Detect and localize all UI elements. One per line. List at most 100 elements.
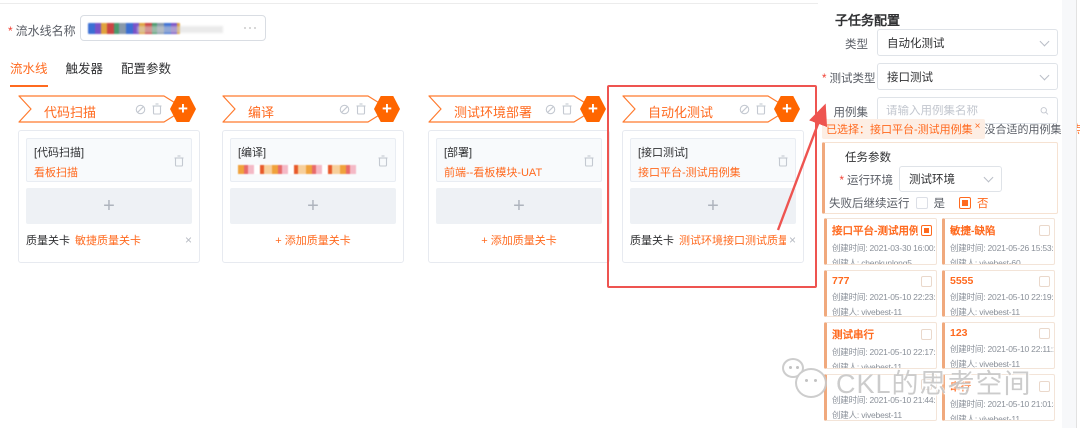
add-task-dropzone[interactable]: + bbox=[26, 188, 192, 224]
plus-icon: + bbox=[382, 99, 392, 118]
case-card-title: 测试串行 bbox=[832, 329, 874, 341]
delete-task-icon[interactable] bbox=[584, 155, 594, 167]
disable-stage-icon[interactable] bbox=[339, 104, 350, 115]
gate-label: 质量关卡 bbox=[26, 235, 70, 247]
add-quality-gate-link[interactable]: + 添加质量关卡 bbox=[481, 232, 556, 248]
case-card-checkbox[interactable] bbox=[1039, 225, 1050, 236]
delete-stage-icon[interactable] bbox=[152, 103, 162, 115]
test-type-field-row: * 测试类型 接口测试 bbox=[822, 63, 1058, 90]
search-icon[interactable] bbox=[1040, 105, 1049, 117]
remove-gate-icon[interactable]: × bbox=[789, 233, 796, 247]
task-card[interactable]: [接口测试] 接口平台-测试用例集 bbox=[630, 138, 796, 182]
remove-selected-icon[interactable]: × bbox=[975, 121, 981, 132]
stage-title: 编译 bbox=[248, 105, 275, 120]
case-card-creator: 创建人: vivebest-11 bbox=[950, 414, 1020, 421]
task-card[interactable]: [部署] 前端--看板模块-UAT bbox=[436, 138, 602, 182]
run-env-row: * 运行环境 测试环境 bbox=[825, 166, 1057, 192]
task-type-tag: [接口测试] bbox=[638, 147, 689, 159]
run-env-select[interactable]: 测试环境 bbox=[899, 166, 1002, 192]
plus-icon: + bbox=[103, 194, 115, 217]
case-set-card[interactable]: 接口平台-测试用例集2 创建时间: 2021-03-30 16:00:13 创建… bbox=[824, 218, 937, 265]
case-card-created-time: 创建时间: 2021-03-30 16:00:13 bbox=[832, 242, 937, 253]
case-set-card[interactable]: 777 创建时间: 2021-05-10 22:23:12 创建人: viveb… bbox=[824, 270, 937, 317]
case-set-card[interactable]: 串行 创建时间: 2021-05-10 21:01:47 创建人: vivebe… bbox=[942, 374, 1055, 421]
case-card-title: 5555 bbox=[950, 275, 974, 287]
add-task-dropzone[interactable]: + bbox=[630, 188, 796, 224]
gate-value-link[interactable]: 测试环境接口测试质量关卡 bbox=[679, 232, 786, 248]
tab-config-params[interactable]: 配置参数 bbox=[121, 58, 171, 87]
case-card-checkbox[interactable] bbox=[921, 379, 932, 390]
delete-task-icon[interactable] bbox=[378, 155, 388, 167]
stage-header[interactable]: 测试环境部署 + bbox=[428, 95, 606, 123]
add-quality-gate-link[interactable]: + 添加质量关卡 bbox=[275, 232, 350, 248]
case-set-card[interactable]: 测试串行 创建时间: 2021-05-10 22:17:28 创建人: vive… bbox=[824, 322, 937, 369]
case-card-creator: 创建人: vivebest-11 bbox=[950, 307, 1020, 317]
top-divider bbox=[0, 3, 818, 4]
pipeline-name-label: * 流水线名称 bbox=[8, 24, 76, 38]
stage-header[interactable]: 编译 + bbox=[222, 95, 400, 123]
chevron-down-icon bbox=[983, 172, 994, 183]
case-set-card[interactable]: 123 创建时间: 2021-05-10 22:11:12 创建人: viveb… bbox=[942, 322, 1055, 369]
disable-stage-icon[interactable] bbox=[135, 104, 146, 115]
case-card-checkbox[interactable] bbox=[1039, 327, 1050, 339]
case-card-creator: 创建人: vivebest-60 bbox=[950, 258, 1021, 265]
case-set-search-input[interactable] bbox=[886, 104, 1040, 117]
test-type-label: * 测试类型 bbox=[822, 73, 876, 85]
fail-continue-yes-checkbox[interactable] bbox=[915, 197, 928, 209]
case-card-checkbox[interactable] bbox=[1039, 381, 1050, 392]
plus-icon: + bbox=[307, 194, 319, 217]
gate-label: 质量关卡 bbox=[630, 235, 674, 247]
case-card-checkbox[interactable] bbox=[921, 329, 932, 340]
test-type-select[interactable]: 接口测试 bbox=[877, 63, 1058, 90]
remove-gate-icon[interactable]: × bbox=[185, 233, 192, 247]
tab-trigger[interactable]: 触发器 bbox=[66, 58, 104, 87]
tab-pipeline[interactable]: 流水线 bbox=[10, 58, 48, 87]
stage-header[interactable]: 自动化测试 + bbox=[622, 95, 800, 123]
test-type-select-value: 接口测试 bbox=[887, 71, 933, 84]
quality-gate-row: + 添加质量关卡 bbox=[230, 226, 396, 254]
disable-stage-icon[interactable] bbox=[739, 104, 750, 115]
delete-stage-icon[interactable] bbox=[562, 103, 572, 115]
task-name-link[interactable]: 前端--看板模块-UAT bbox=[444, 164, 594, 180]
add-task-dropzone[interactable]: + bbox=[230, 188, 396, 224]
stage-title: 自动化测试 bbox=[648, 105, 714, 120]
input-end-mark bbox=[243, 24, 257, 33]
task-card[interactable]: [编译] bbox=[230, 138, 396, 182]
fail-continue-no-checkbox[interactable] bbox=[959, 197, 971, 209]
case-card-created-time: 创建时间: 2021-05-10 21:01:47 bbox=[950, 398, 1055, 409]
delete-stage-icon[interactable] bbox=[756, 103, 766, 115]
delete-stage-icon[interactable] bbox=[356, 103, 366, 115]
case-card-checkbox[interactable] bbox=[921, 275, 932, 287]
delete-task-icon[interactable] bbox=[778, 155, 788, 167]
case-set-card[interactable]: 5555 创建时间: 2021-05-10 22:19:00 创建人: vive… bbox=[942, 270, 1055, 317]
type-field-row: 类型 自动化测试 bbox=[822, 29, 1058, 56]
case-card-checkbox[interactable] bbox=[921, 225, 932, 236]
disable-stage-icon[interactable] bbox=[545, 104, 556, 115]
stage-header[interactable]: 代码扫描 + bbox=[18, 95, 196, 123]
chevron-down-icon bbox=[1039, 70, 1050, 80]
tab-bar: 流水线 触发器 配置参数 bbox=[10, 58, 171, 87]
task-type-tag: [代码扫描] bbox=[34, 147, 85, 159]
type-select[interactable]: 自动化测试 bbox=[877, 29, 1058, 56]
case-card-creator: 创建人: vivebest-11 bbox=[950, 359, 1020, 369]
type-label: 类型 bbox=[845, 39, 868, 51]
add-task-dropzone[interactable]: + bbox=[436, 188, 602, 224]
required-asterisk: * bbox=[8, 24, 13, 38]
gate-value-link[interactable]: 敏捷质量关卡 bbox=[75, 232, 182, 248]
task-name-link[interactable]: 接口平台-测试用例集 bbox=[638, 164, 788, 180]
delete-task-icon[interactable] bbox=[174, 155, 184, 167]
stage-code-scan: 代码扫描 + [代码扫描] 看板扫描 + 质量关卡 敏捷质量关卡 × bbox=[18, 95, 204, 263]
task-card[interactable]: [代码扫描] 看板扫描 bbox=[26, 138, 192, 182]
stage-title: 测试环境部署 bbox=[454, 105, 533, 120]
pipeline-name-input[interactable] bbox=[80, 15, 266, 41]
stage-body: [部署] 前端--看板模块-UAT + + 添加质量关卡 bbox=[428, 130, 610, 263]
plus-icon: + bbox=[707, 194, 719, 217]
case-card-checkbox[interactable] bbox=[1039, 275, 1050, 287]
task-type-tag: [部署] bbox=[444, 147, 473, 159]
case-card-creator: 创建人: vivebest-11 bbox=[832, 362, 902, 369]
fail-continue-label: 失败后继续运行 bbox=[829, 198, 910, 210]
case-set-card[interactable]: 创建时间: 2021-05-10 21:44:01 创建人: vivebest-… bbox=[824, 374, 937, 421]
case-set-card[interactable]: 敏捷-缺陷 创建时间: 2021-05-26 15:53:34 创建人: viv… bbox=[942, 218, 1055, 265]
chevron-down-icon bbox=[1039, 36, 1050, 46]
task-name-link[interactable]: 看板扫描 bbox=[34, 164, 184, 180]
